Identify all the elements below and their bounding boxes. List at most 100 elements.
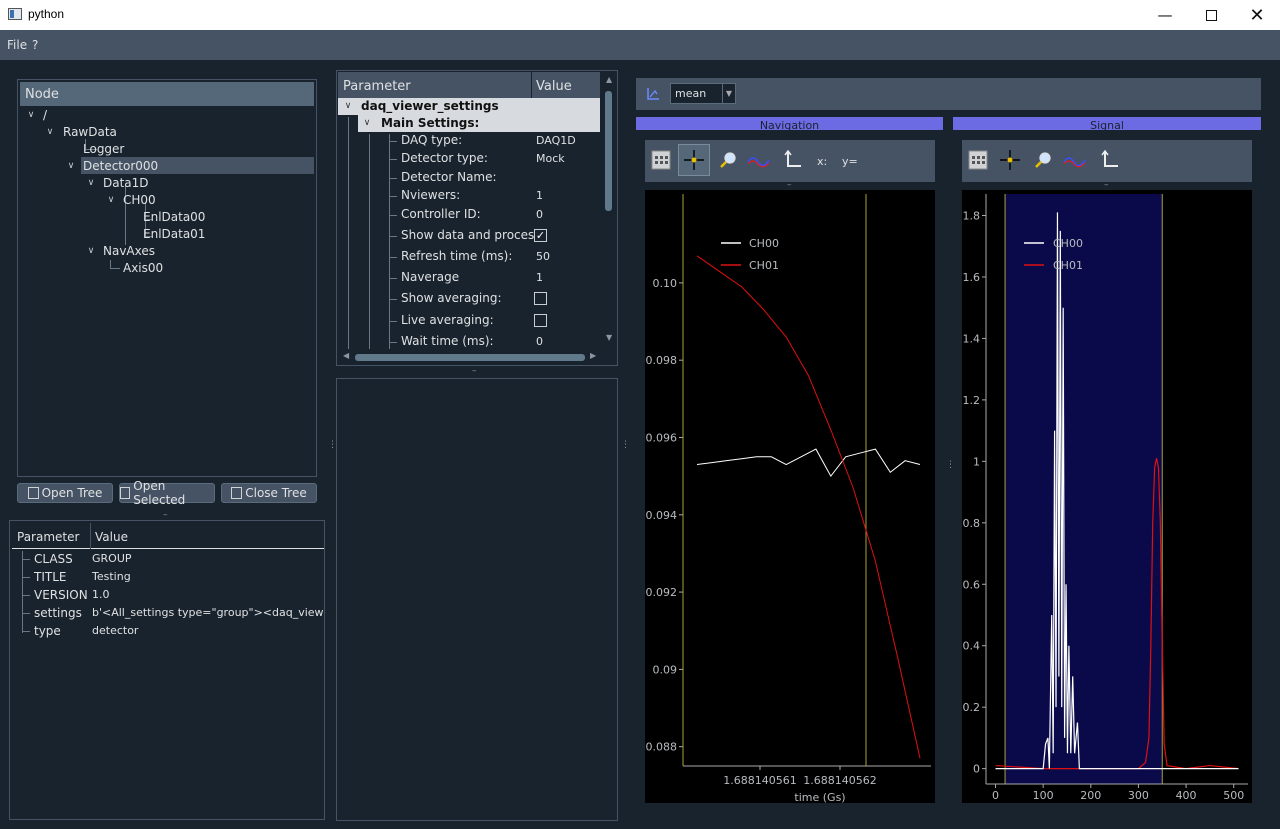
- zoom-icon[interactable]: [1030, 147, 1056, 173]
- close-window-button[interactable]: ✕: [1234, 0, 1280, 30]
- setting-label: DAQ type:: [401, 133, 463, 147]
- setting-checkbox[interactable]: [534, 314, 547, 327]
- setting-value[interactable]: 0: [536, 208, 543, 221]
- attribute-value: detector: [92, 624, 139, 637]
- tree-item-root[interactable]: /: [43, 108, 47, 122]
- navigation-plot[interactable]: 0.088 0.09 0.092 0.094 0.096 0.098 0.10 1.68814…: [645, 190, 935, 804]
- tree-icon: [120, 487, 131, 499]
- menu-help[interactable]: ?: [32, 38, 38, 52]
- tree-item-detector000[interactable]: Detector000: [83, 159, 158, 173]
- axes-icon[interactable]: [1096, 147, 1122, 173]
- y-tick-label: 0.096: [646, 431, 678, 444]
- viewer-toolbar: mean ▼: [636, 78, 1261, 110]
- attributes-header: Parameter Value: [12, 523, 324, 549]
- node-tree[interactable]: Node ∨ / ∨ RawData Logger ∨ Detector000 …: [17, 79, 317, 477]
- tree-item-enldata00[interactable]: EnlData00: [143, 210, 205, 224]
- tree-item-enldata01[interactable]: EnlData01: [143, 227, 205, 241]
- minimize-button[interactable]: —: [1142, 0, 1188, 30]
- splitter-handle[interactable]: –: [787, 180, 792, 190]
- tree-item-rawdata[interactable]: RawData: [63, 125, 117, 139]
- attributes-table[interactable]: Parameter Value CLASS GROUP TITLE Testin…: [9, 520, 325, 820]
- settings-tree[interactable]: Parameter Value ∨ daq_viewer_settings ∨ …: [336, 70, 618, 366]
- open-tree-button[interactable]: Open Tree: [17, 483, 113, 503]
- tree-item-navaxes[interactable]: NavAxes: [103, 244, 155, 258]
- signal-plot[interactable]: 0 0.2 0.4 0.6 0.8 1 1.2 1.4 1.6 1.8 0 100 200 300 400 5…: [962, 190, 1252, 803]
- mode-select[interactable]: mean ▼: [670, 83, 736, 104]
- setting-value[interactable]: 0: [536, 335, 543, 348]
- tree-item-data1d[interactable]: Data1D: [103, 176, 149, 190]
- setting-label: Nviewers:: [401, 188, 461, 202]
- open-selected-button[interactable]: Open Selected: [119, 479, 215, 507]
- setting-checkbox[interactable]: [534, 292, 547, 305]
- legend-label: CH01: [749, 259, 779, 272]
- scrollbar-thumb[interactable]: [355, 354, 585, 361]
- node-tree-header: Node: [20, 82, 314, 106]
- axes-icon[interactable]: [779, 147, 805, 173]
- setting-label: Wait time (ms):: [401, 334, 494, 348]
- setting-label: Show averaging:: [401, 291, 502, 305]
- expand-arrow-icon[interactable]: ∨: [86, 246, 96, 256]
- setting-value[interactable]: 1: [536, 189, 543, 202]
- roi-icon[interactable]: [646, 87, 660, 101]
- y-tick-label: 0.10: [653, 277, 678, 290]
- y-tick-label: 0.092: [646, 586, 678, 599]
- y-tick-label: 1.8: [963, 210, 981, 223]
- close-tree-button[interactable]: Close Tree: [221, 483, 317, 503]
- aspect-ratio-icon[interactable]: [1062, 147, 1088, 173]
- splitter-handle[interactable]: –: [472, 366, 477, 376]
- y-tick-label: 1.6: [963, 271, 981, 284]
- expand-arrow-icon[interactable]: ∨: [45, 127, 55, 137]
- settings-root-row[interactable]: ∨ daq_viewer_settings: [338, 98, 600, 115]
- expand-arrow-icon[interactable]: ∨: [362, 118, 372, 128]
- y-tick-label: 0.088: [646, 741, 678, 754]
- zoom-icon[interactable]: [715, 147, 741, 173]
- expand-arrow-icon[interactable]: ∨: [26, 110, 36, 120]
- open-tree-label: Open Tree: [41, 486, 103, 500]
- grid-icon[interactable]: [965, 147, 991, 173]
- crosshair-icon[interactable]: [997, 147, 1023, 173]
- horizontal-scrollbar[interactable]: ◀ ▶: [343, 351, 598, 363]
- expand-arrow-icon[interactable]: ∨: [66, 161, 76, 171]
- scrollbar-thumb[interactable]: [605, 91, 612, 211]
- y-tick-label: 0.094: [646, 509, 678, 522]
- setting-label: Show data and process:: [401, 228, 545, 242]
- attribute-name: CLASS: [34, 552, 73, 566]
- settings-group-label: Main Settings:: [381, 116, 480, 130]
- crosshair-x-label: x:: [817, 155, 828, 168]
- x-tick-label: 400: [1176, 789, 1197, 802]
- splitter-handle[interactable]: –: [1104, 180, 1109, 190]
- menu-file[interactable]: File: [7, 38, 27, 52]
- setting-value[interactable]: DAQ1D: [536, 134, 576, 147]
- setting-label: Naverage: [401, 270, 460, 284]
- tree-icon: [27, 487, 39, 499]
- setting-value[interactable]: Mock: [536, 152, 565, 165]
- settings-group-row[interactable]: ∨ Main Settings:: [358, 115, 600, 132]
- setting-checkbox[interactable]: ✓: [534, 229, 547, 242]
- tree-item-ch00[interactable]: CH00: [123, 193, 156, 207]
- crosshair-icon[interactable]: [678, 144, 710, 176]
- x-axis-label: time (Gs): [794, 791, 845, 803]
- navigation-plot-toolbar: x: y=: [645, 140, 935, 182]
- tree-item-axis00[interactable]: Axis00: [123, 261, 163, 275]
- splitter-handle[interactable]: ⋮: [621, 440, 630, 450]
- expand-arrow-icon[interactable]: ∨: [106, 195, 116, 205]
- signal-chart[interactable]: 0 0.2 0.4 0.6 0.8 1 1.2 1.4 1.6 1.8 0 100 200 300 400 5…: [962, 190, 1252, 803]
- vertical-scrollbar[interactable]: ▲ ▼: [603, 75, 615, 345]
- splitter-handle[interactable]: –: [163, 510, 168, 520]
- open-selected-label: Open Selected: [133, 479, 186, 507]
- x-tick-label: 1.688140561: [723, 774, 796, 787]
- aspect-ratio-icon[interactable]: [746, 147, 772, 173]
- setting-value[interactable]: 50: [536, 250, 550, 263]
- expand-arrow-icon[interactable]: ∨: [86, 178, 96, 188]
- tree-item-logger[interactable]: Logger: [83, 142, 124, 156]
- splitter-handle[interactable]: ⋮: [946, 460, 955, 470]
- grid-icon[interactable]: [648, 147, 674, 173]
- y-tick-label: 0.098: [646, 354, 678, 367]
- expand-arrow-icon[interactable]: ∨: [343, 101, 353, 111]
- maximize-button[interactable]: [1188, 0, 1234, 30]
- navigation-title: Navigation: [759, 119, 820, 130]
- setting-value[interactable]: 1: [536, 271, 543, 284]
- setting-label: Live averaging:: [401, 313, 494, 327]
- attribute-value: GROUP: [92, 552, 132, 565]
- navigation-chart[interactable]: 0.088 0.09 0.092 0.094 0.096 0.098 0.10 1.68814…: [645, 190, 935, 804]
